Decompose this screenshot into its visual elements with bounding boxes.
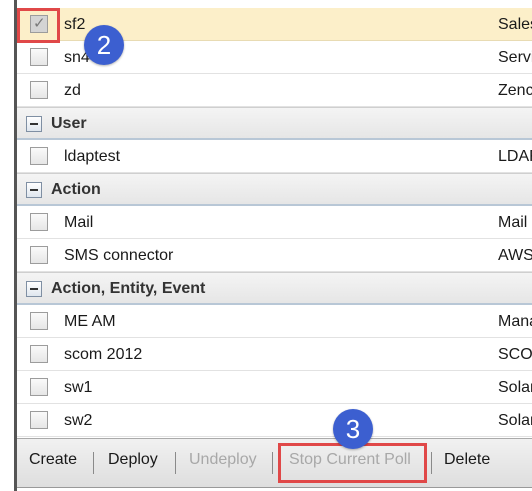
row-name: scom 2012 (64, 346, 143, 363)
row-checkbox[interactable] (30, 411, 48, 429)
row-name: sf2 (64, 16, 86, 33)
row-checkbox[interactable] (30, 81, 48, 99)
row-type: Sales (498, 16, 532, 33)
row-type: Solar (498, 412, 532, 429)
row-checkbox[interactable] (30, 312, 48, 330)
group-header-action-entity-event[interactable]: Action, Entity, Event (17, 272, 532, 305)
table-row[interactable]: Mail Mail (17, 206, 532, 239)
row-name: sw2 (64, 412, 93, 429)
row-type: LDAF (498, 148, 532, 165)
table-row[interactable]: scom 2012 SCO (17, 338, 532, 371)
group-name: Action (51, 181, 101, 198)
checkmark-icon: ✓ (33, 15, 46, 32)
row-name: ldaptest (64, 148, 121, 165)
step-badge-3: 3 (333, 409, 373, 449)
row-type: Mail (498, 214, 528, 231)
row-type: Zenc (498, 82, 532, 99)
row-type: SCO (498, 346, 532, 363)
toolbar-divider (431, 452, 432, 474)
row-checkbox[interactable]: ✓ (30, 15, 48, 33)
toolbar-divider (93, 452, 94, 474)
delete-button[interactable]: Delete (444, 451, 490, 469)
table-row[interactable]: sw2 Solar (17, 404, 532, 437)
group-name: Action, Entity, Event (51, 280, 206, 297)
row-type: AWS (498, 247, 532, 264)
row-checkbox[interactable] (30, 246, 48, 264)
row-checkbox[interactable] (30, 48, 48, 66)
toolbar-divider (272, 452, 273, 474)
deploy-button[interactable]: Deploy (108, 451, 158, 469)
collapse-icon[interactable] (26, 182, 42, 198)
collapse-icon[interactable] (26, 281, 42, 297)
row-name: zd (64, 82, 81, 99)
row-name: sw1 (64, 379, 93, 396)
table-row[interactable]: SMS connector AWS (17, 239, 532, 272)
row-name: SMS connector (64, 247, 174, 264)
table-row[interactable]: ldaptest LDAF (17, 140, 532, 173)
table-row[interactable]: sw1 Solar (17, 371, 532, 404)
group-header-user[interactable]: User (17, 107, 532, 140)
row-name: Mail (64, 214, 94, 231)
toolbar-divider (175, 452, 176, 474)
row-checkbox[interactable] (30, 345, 48, 363)
stop-current-poll-button[interactable]: Stop Current Poll (289, 451, 411, 469)
row-checkbox[interactable] (30, 213, 48, 231)
create-button[interactable]: Create (29, 451, 77, 469)
table-row[interactable]: zd Zenc (17, 74, 532, 107)
table-row[interactable]: ME AM Mana (17, 305, 532, 338)
group-header-action[interactable]: Action (17, 173, 532, 206)
group-name: User (51, 115, 87, 132)
connector-grid: ✓ sf2 Sales sn4 Servi zd Zenc User ldapt… (14, 0, 532, 491)
row-type: Mana (498, 313, 532, 330)
row-checkbox[interactable] (30, 378, 48, 396)
undeploy-button[interactable]: Undeploy (189, 451, 257, 469)
row-type: Servi (498, 49, 532, 66)
row-name: ME AM (64, 313, 116, 330)
action-toolbar: Create Deploy Undeploy Stop Current Poll… (17, 438, 532, 488)
collapse-icon[interactable] (26, 116, 42, 132)
row-checkbox[interactable] (30, 147, 48, 165)
step-badge-2: 2 (84, 25, 124, 65)
row-type: Solar (498, 379, 532, 396)
